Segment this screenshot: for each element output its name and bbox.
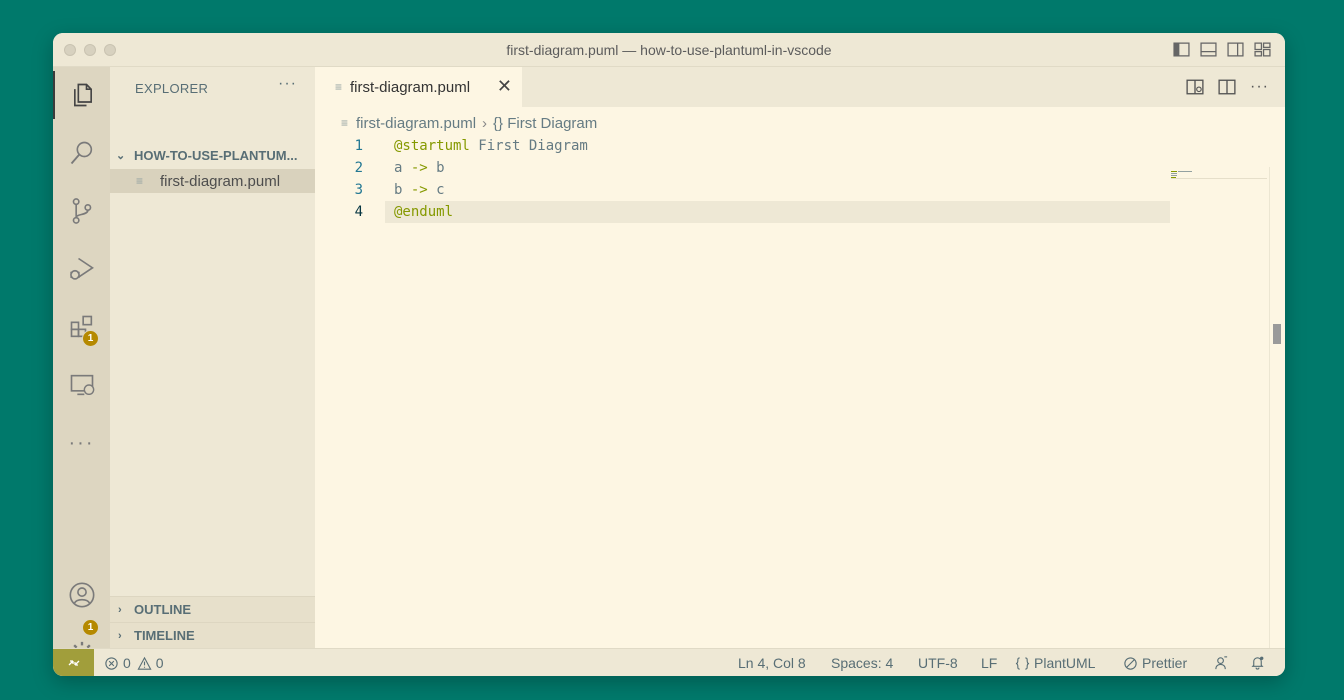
editor-area: ≡ first-diagram.puml ✕ ··· ≡ first-diagr… <box>315 67 1285 648</box>
file-tree-item-label: first-diagram.puml <box>160 172 281 190</box>
split-editor-icon[interactable] <box>1218 78 1236 96</box>
timeline-section-label: TIMELINE <box>134 628 195 643</box>
indentation[interactable]: Spaces: 4 <box>831 655 893 671</box>
remote-indicator-button[interactable] <box>53 649 94 676</box>
bell-icon <box>1251 656 1264 670</box>
customize-layout-icon[interactable] <box>1254 41 1271 58</box>
source-control-icon <box>72 198 91 224</box>
prohibited-icon <box>1124 656 1137 670</box>
code-line[interactable]: 3 b -> c <box>315 179 1170 201</box>
chevron-down-icon: ⌄ <box>116 149 126 162</box>
sidebar-title: EXPLORER <box>135 81 209 96</box>
accounts-activity-button[interactable] <box>53 571 110 619</box>
warning-count: 0 <box>155 655 164 671</box>
braces-icon <box>1015 656 1030 670</box>
account-icon <box>69 582 94 608</box>
sidebar-more-button[interactable]: ··· <box>278 75 297 93</box>
search-activity-button[interactable] <box>53 129 110 177</box>
settings-badge: 1 <box>82 619 99 636</box>
extensions-activity-button[interactable]: 1 <box>53 303 110 351</box>
feedback-button[interactable] <box>1214 655 1229 670</box>
status-bar: 0 0 Ln 4, Col 8 Spaces: 4 UTF-8 LF Plant… <box>53 648 1285 676</box>
search-icon <box>70 141 92 165</box>
notifications-button[interactable] <box>1250 655 1265 670</box>
tab-first-diagram[interactable]: ≡ first-diagram.puml ✕ <box>315 67 522 107</box>
minimap[interactable] <box>1171 167 1267 179</box>
title-bar: first-diagram.puml — how-to-use-plantuml… <box>53 33 1285 67</box>
workspace-folder[interactable]: ⌄ HOW-TO-USE-PLANTUM... <box>110 143 315 167</box>
toggle-panel-icon[interactable] <box>1200 41 1217 58</box>
breadcrumb-file[interactable]: first-diagram.puml <box>356 115 476 132</box>
tab-label: first-diagram.puml <box>350 78 471 96</box>
formatter-status[interactable]: Prettier <box>1123 655 1187 671</box>
chevron-right-icon: › <box>482 114 488 132</box>
cursor-position[interactable]: Ln 4, Col 8 <box>738 655 806 671</box>
outline-section[interactable]: › OUTLINE <box>110 596 315 622</box>
code-text: b -> c <box>394 182 445 198</box>
code-line-current[interactable]: 4 @enduml <box>355 201 1170 223</box>
timeline-section[interactable]: › TIMELINE <box>110 622 315 648</box>
chevron-right-icon: › <box>118 603 122 616</box>
warning-icon <box>137 656 152 670</box>
code-text: @startuml First Diagram <box>394 138 588 154</box>
explorer-sidebar: EXPLORER ··· ⌄ HOW-TO-USE-PLANTUM... ≡ f… <box>110 67 315 648</box>
extensions-badge: 1 <box>82 330 99 347</box>
file-tree-item[interactable]: ≡ first-diagram.puml <box>110 169 315 193</box>
run-debug-activity-button[interactable] <box>53 245 110 293</box>
line-number: 1 <box>354 138 363 154</box>
breadcrumb: ≡ first-diagram.puml › {} First Diagram <box>341 113 597 133</box>
error-icon <box>105 656 118 670</box>
toggle-secondary-sidebar-icon[interactable] <box>1227 41 1244 58</box>
problems-indicator[interactable]: 0 0 <box>104 655 164 671</box>
vertical-scrollbar[interactable] <box>1269 167 1285 648</box>
window-title: first-diagram.puml — how-to-use-plantuml… <box>506 42 832 58</box>
breadcrumb-symbol[interactable]: {} First Diagram <box>493 115 597 132</box>
layout-controls <box>1173 41 1271 58</box>
workspace-folder-label: HOW-TO-USE-PLANTUM... <box>134 147 298 163</box>
vscode-window: first-diagram.puml — how-to-use-plantuml… <box>53 33 1285 676</box>
error-count: 0 <box>123 655 131 671</box>
file-icon: ≡ <box>136 174 144 188</box>
outline-section-label: OUTLINE <box>134 602 192 617</box>
open-preview-icon[interactable] <box>1186 78 1204 96</box>
editor-actions: ··· <box>1186 78 1269 96</box>
minimap-preview <box>1171 171 1267 179</box>
code-text: a -> b <box>394 160 445 176</box>
remote-icon <box>68 660 79 666</box>
encoding[interactable]: UTF-8 <box>918 655 958 671</box>
remote-explorer-icon <box>70 374 94 396</box>
close-icon[interactable]: ✕ <box>497 76 512 97</box>
more-activity-icon[interactable]: ··· <box>53 419 110 467</box>
line-number: 3 <box>354 182 363 198</box>
end-of-line[interactable]: LF <box>981 655 997 671</box>
line-number: 2 <box>354 160 363 176</box>
code-text: @enduml <box>394 204 454 220</box>
tab-bar: ≡ first-diagram.puml ✕ ··· <box>315 67 1285 107</box>
scrollbar-thumb[interactable] <box>1273 324 1281 344</box>
activity-bar: 1 ··· 1 <box>53 67 110 665</box>
run-debug-icon <box>69 257 94 280</box>
file-icon: ≡ <box>341 116 349 130</box>
files-icon <box>73 83 92 107</box>
code-line[interactable]: 1 @startuml First Diagram <box>315 135 1170 157</box>
editor-more-button[interactable]: ··· <box>1250 78 1269 96</box>
toggle-primary-sidebar-icon[interactable] <box>1173 41 1190 58</box>
language-label: PlantUML <box>1034 655 1096 671</box>
explorer-activity-button[interactable] <box>53 71 110 119</box>
formatter-label: Prettier <box>1142 655 1188 671</box>
language-mode[interactable]: PlantUML <box>1015 655 1095 671</box>
code-line[interactable]: 2 a -> b <box>315 157 1170 179</box>
line-number: 4 <box>354 204 363 220</box>
source-control-activity-button[interactable] <box>53 187 110 235</box>
chevron-right-icon: › <box>118 629 122 642</box>
feedback-icon <box>1215 656 1228 670</box>
file-icon: ≡ <box>335 80 343 94</box>
remote-explorer-activity-button[interactable] <box>53 361 110 409</box>
